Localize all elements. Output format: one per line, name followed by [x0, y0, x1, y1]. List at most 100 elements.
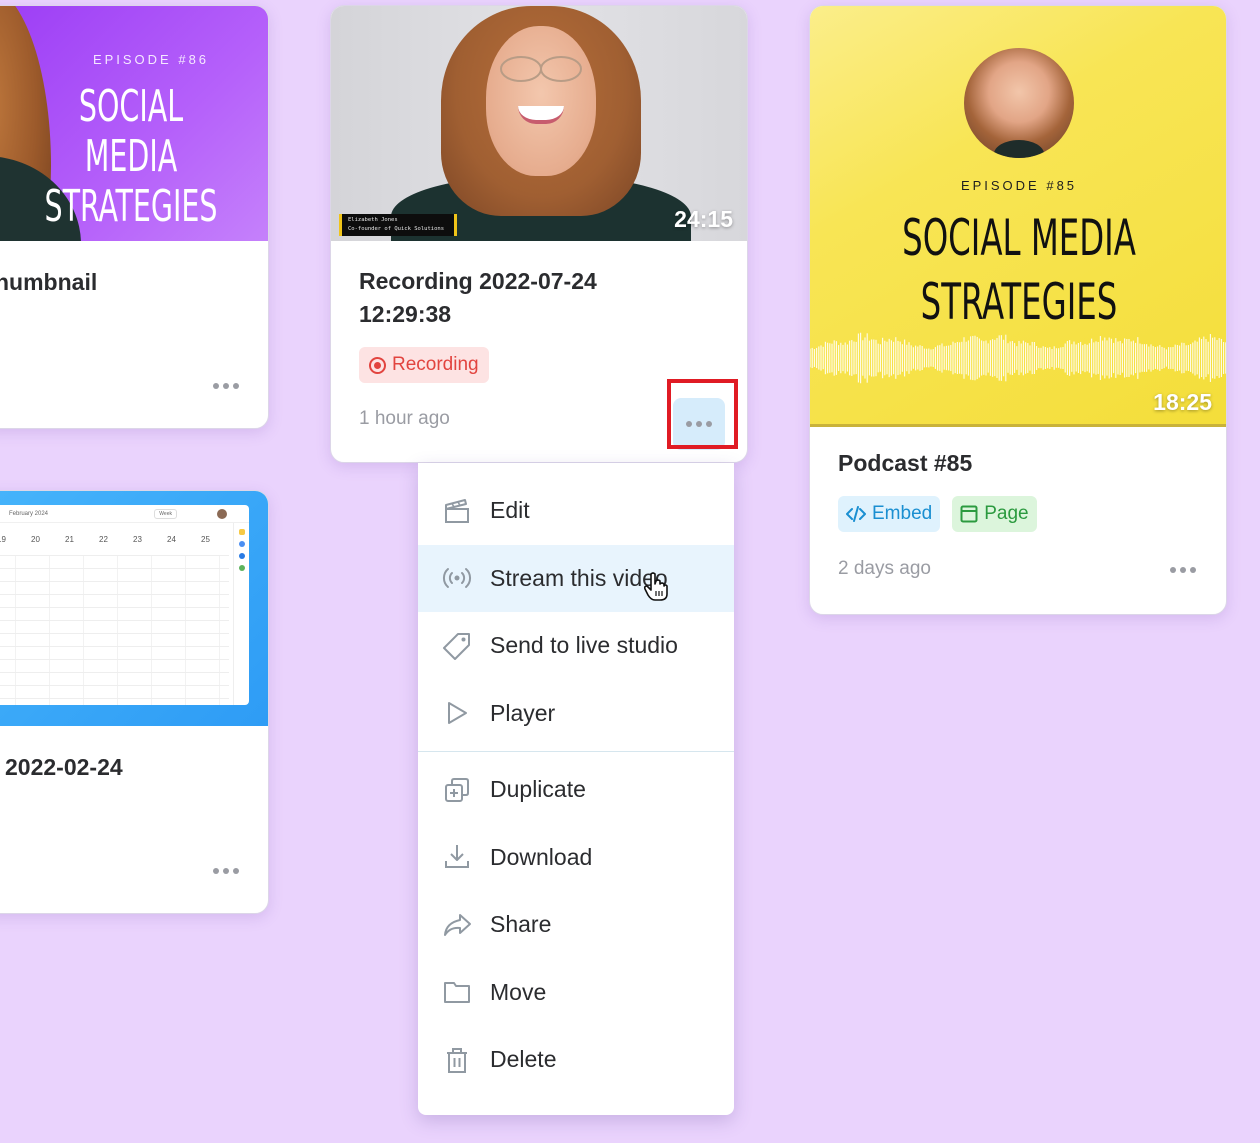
download-icon [442, 842, 472, 872]
duplicate-icon [442, 775, 472, 805]
dot-icon [213, 868, 219, 874]
thumbnail-title-line1: SOCIAL MEDIA [78, 81, 184, 182]
menu-item-stream-video[interactable]: Stream this video [418, 544, 734, 612]
dot-icon [213, 383, 219, 389]
clapperboard-icon [442, 496, 472, 526]
sidebar-app-icon [238, 565, 245, 571]
sidebar-app-icon [238, 553, 245, 559]
time-ago: 1 hour ago [359, 408, 450, 429]
thumbnail-title-line2: STRATEGIES [44, 181, 218, 232]
video-thumbnail[interactable]: February 2024 Week 19 20 21 22 23 24 25 [0, 491, 268, 726]
dot-icon [223, 383, 229, 389]
menu-item-duplicate[interactable]: Duplicate [418, 756, 734, 824]
card-title-line1: Recording 2022-07-24 [359, 268, 597, 294]
calendar-screenshot: February 2024 Week 19 20 21 22 23 24 25 [0, 505, 249, 705]
more-options-button[interactable] [203, 851, 249, 891]
menu-item-move[interactable]: Move [418, 959, 734, 1027]
episode-label: EPISODE #86 [92, 52, 210, 67]
play-icon [442, 698, 472, 728]
menu-item-label: Share [490, 911, 552, 938]
calendar-day: 25 [201, 535, 210, 544]
thumbnail-divider [810, 424, 1226, 427]
card-title[interactable]: 2022-02-24 [5, 751, 123, 784]
calendar-day: 21 [65, 535, 74, 544]
menu-item-label: Delete [490, 1046, 557, 1073]
menu-item-label: Download [490, 843, 593, 870]
more-options-button[interactable] [673, 398, 725, 450]
calendar-sidebar [233, 523, 249, 705]
calendar-day: 24 [167, 535, 176, 544]
menu-item-player[interactable]: Player [418, 680, 734, 748]
calendar-days-row: 19 20 21 22 23 24 25 [0, 523, 249, 547]
video-card-episode-86[interactable]: EPISODE #86 SOCIAL MEDIA STRATEGIES humb… [0, 5, 269, 429]
share-icon [442, 910, 472, 940]
more-options-button[interactable] [203, 366, 249, 406]
status-badge-label: Recording [392, 354, 479, 375]
menu-item-label: Edit [490, 497, 530, 524]
code-icon [846, 506, 866, 522]
lower-third-name: Elizabeth Jones [348, 217, 398, 223]
sidebar-app-icon [238, 541, 245, 547]
menu-item-download[interactable]: Download [418, 824, 734, 892]
glasses-shape [500, 56, 582, 82]
dot-icon [696, 421, 702, 427]
video-duration: 18:25 [1153, 389, 1212, 415]
dot-icon [706, 421, 712, 427]
video-card-recording[interactable]: Elizabeth Jones Co-founder of Quick Solu… [330, 5, 748, 463]
presenter-face [486, 26, 596, 176]
menu-item-send-to-live-studio[interactable]: Send to live studio [418, 612, 734, 680]
hand-cursor-icon [643, 572, 668, 601]
calendar-day: 23 [133, 535, 142, 544]
record-icon [369, 356, 386, 374]
broadcast-icon [442, 563, 472, 593]
menu-item-edit[interactable]: Edit [418, 477, 734, 545]
folder-icon [442, 977, 472, 1007]
audio-waveform [810, 332, 1226, 384]
calendar-header: February 2024 Week [0, 505, 249, 523]
embed-tag-label: Embed [872, 503, 933, 524]
share-tags: Embed Page [838, 496, 1037, 532]
menu-item-label: Stream this video [490, 564, 668, 591]
sidebar-app-icon [238, 529, 245, 535]
episode-label: EPISODE #85 [960, 178, 1078, 193]
menu-item-delete[interactable]: Delete [418, 1026, 734, 1094]
video-card-podcast-85[interactable]: EPISODE #85 SOCIAL MEDIA STRATEGIES 18:2… [809, 5, 1227, 615]
menu-separator [418, 751, 734, 752]
lower-third-role: Co-founder of Quick Solutions [348, 226, 445, 232]
menu-item-label: Duplicate [490, 776, 586, 803]
video-duration: 24:15 [674, 206, 733, 232]
card-title[interactable]: Recording 2022-07-24 12:29:38 [359, 265, 597, 331]
calendar-day: 19 [0, 535, 6, 544]
calendar-day: 22 [99, 535, 108, 544]
dot-icon [1170, 567, 1176, 573]
calendar-month: February 2024 [9, 510, 49, 517]
context-menu: Edit Stream this video Send to live stud… [418, 463, 734, 1115]
calendar-grid [0, 555, 229, 705]
video-thumbnail[interactable]: EPISODE #85 SOCIAL MEDIA STRATEGIES 18:2… [810, 6, 1226, 424]
dot-icon [223, 868, 229, 874]
time-ago: 2 days ago [838, 558, 931, 579]
calendar-avatar [217, 508, 227, 519]
page-tag-label: Page [984, 503, 1029, 524]
more-options-button[interactable] [1160, 550, 1206, 590]
dot-icon [1190, 567, 1196, 573]
calendar-day: 20 [31, 535, 40, 544]
menu-item-label: Move [490, 978, 547, 1005]
page-icon [960, 505, 978, 523]
host-avatar [964, 48, 1074, 158]
page-tag[interactable]: Page [952, 496, 1037, 532]
menu-item-share[interactable]: Share [418, 891, 734, 959]
lower-third-overlay: Elizabeth Jones Co-founder of Quick Solu… [339, 214, 457, 236]
dot-icon [686, 421, 692, 427]
menu-item-label: Send to live studio [490, 632, 678, 659]
tag-icon [442, 631, 472, 661]
embed-tag[interactable]: Embed [838, 496, 941, 532]
dot-icon [233, 868, 239, 874]
video-card-calendar[interactable]: February 2024 Week 19 20 21 22 23 24 25 2022-0… [0, 490, 269, 914]
card-title[interactable]: Podcast #85 [838, 447, 972, 480]
video-thumbnail[interactable]: Elizabeth Jones Co-founder of Quick Solu… [331, 6, 747, 241]
thumbnail-title-line1: SOCIAL MEDIA [902, 209, 1136, 267]
card-title[interactable]: humbnail [0, 266, 97, 299]
video-thumbnail[interactable]: EPISODE #86 SOCIAL MEDIA STRATEGIES [0, 6, 268, 241]
menu-item-label: Player [490, 699, 556, 726]
